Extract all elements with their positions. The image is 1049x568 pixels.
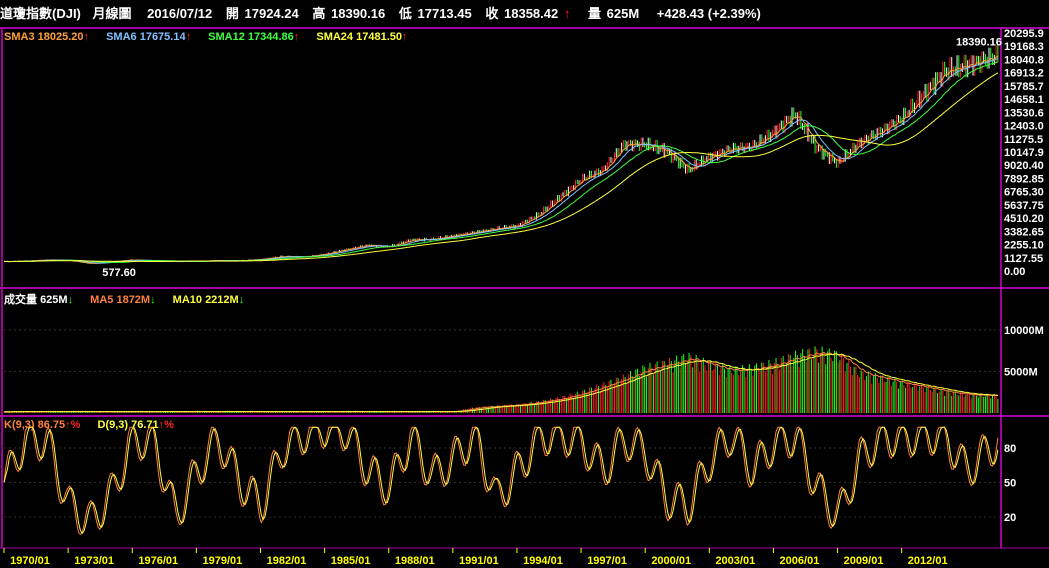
kd-axis-tick: 20 xyxy=(1004,512,1016,524)
x-axis-tick-label: 1988/01 xyxy=(395,555,435,567)
price-axis-tick: 15785.7 xyxy=(1004,81,1044,93)
price-axis-tick: 2255.10 xyxy=(1004,240,1044,252)
sma6-line xyxy=(3,58,998,264)
price-axis-tick: 19168.3 xyxy=(1004,41,1044,53)
x-axis-tick-label: 1976/01 xyxy=(138,555,178,567)
price-axis-tick: 0.00 xyxy=(1004,266,1025,278)
sma24-line xyxy=(3,72,999,263)
price-axis-tick: 10147.9 xyxy=(1004,147,1044,159)
price-axis-tick: 1127.55 xyxy=(1004,253,1043,265)
price-axis-tick: 5637.75 xyxy=(1004,200,1044,212)
price-axis-tick: 3382.65 xyxy=(1004,226,1044,238)
volume-axis-tick: 5000M xyxy=(1004,366,1038,378)
x-axis-tick-label: 2006/01 xyxy=(780,555,820,567)
high-annotation: 18390.16 xyxy=(956,36,1002,48)
x-axis-tick-label: 1985/01 xyxy=(331,555,371,567)
d-line xyxy=(3,426,999,535)
volume-axis-tick: 10000M xyxy=(1004,325,1044,337)
x-axis-tick-label: 2012/01 xyxy=(908,555,948,567)
price-axis-tick: 18040.8 xyxy=(1004,54,1044,66)
sma3-line xyxy=(3,55,999,264)
price-axis-tick: 13530.6 xyxy=(1004,107,1044,119)
x-axis-tick-label: 1979/01 xyxy=(202,555,242,567)
x-axis-tick-label: 1973/01 xyxy=(74,555,114,567)
price-axis-tick: 20295.9 xyxy=(1004,28,1044,40)
price-axis-tick: 11275.5 xyxy=(1004,134,1043,146)
k-line xyxy=(3,426,999,535)
price-axis-tick: 14658.1 xyxy=(1004,94,1044,106)
low-annotation: 577.60 xyxy=(102,267,136,279)
kd-axis-tick: 80 xyxy=(1004,443,1016,455)
x-axis-tick-label: 1991/01 xyxy=(459,555,499,567)
x-axis-tick-label: 1982/01 xyxy=(267,555,307,567)
x-axis-tick-label: 1970/01 xyxy=(10,555,50,567)
x-axis-tick-label: 2009/01 xyxy=(844,555,884,567)
price-axis-tick: 6765.30 xyxy=(1004,187,1044,199)
x-axis-tick-label: 2000/01 xyxy=(651,555,691,567)
price-axis-tick: 12403.0 xyxy=(1004,121,1044,133)
stock-chart[interactable]: 20295.919168.318040.8 16913.215785.714658… xyxy=(0,0,1049,568)
x-axis-tick-label: 1997/01 xyxy=(587,555,627,567)
x-axis-tick-label: 2003/01 xyxy=(715,555,755,567)
kd-axis-tick: 50 xyxy=(1004,478,1016,490)
price-axis-tick: 9020.40 xyxy=(1004,160,1044,172)
price-axis-tick: 4510.20 xyxy=(1004,213,1044,225)
x-axis-tick-label: 1994/01 xyxy=(523,555,563,567)
price-axis-tick: 7892.85 xyxy=(1004,173,1044,185)
price-axis-tick: 16913.2 xyxy=(1004,68,1044,80)
sma12-line xyxy=(3,61,999,263)
